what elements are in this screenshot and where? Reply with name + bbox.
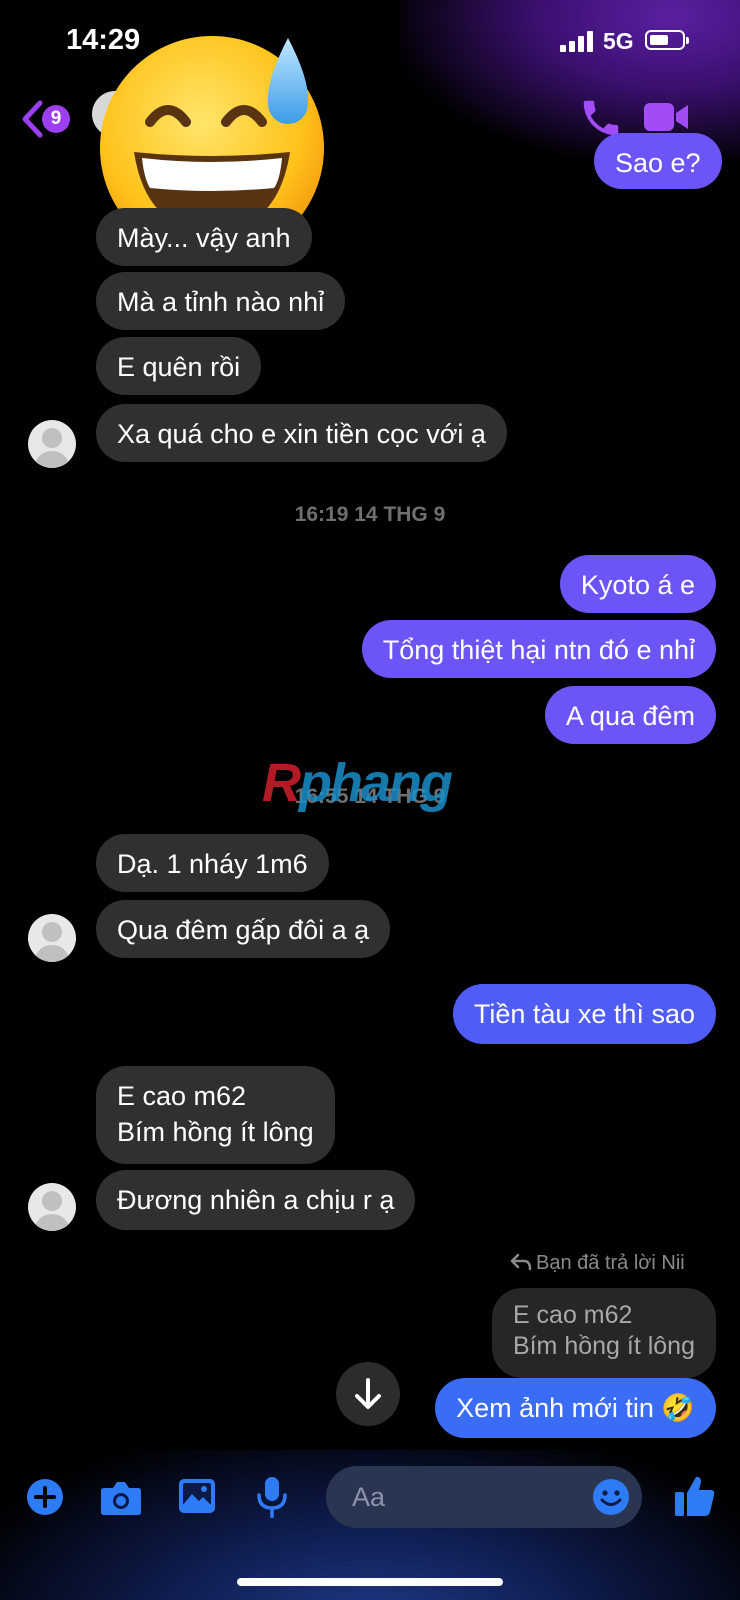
message-bubble-incoming[interactable]: Mà a tỉnh nào nhỉ (96, 272, 346, 330)
message-input-placeholder: Aa (352, 1482, 386, 1512)
message-bubble-incoming[interactable]: E quên rồi (96, 337, 262, 395)
plus-icon[interactable] (26, 1478, 64, 1516)
sender-avatar[interactable] (28, 914, 76, 962)
message-bubble-outgoing[interactable]: Sao e? (594, 133, 722, 189)
quoted-message[interactable]: E cao m62 Bím hồng ít lông (491, 1288, 716, 1378)
message-bubble-incoming[interactable]: Đương nhiên a chịu r ạ (96, 1170, 416, 1230)
scroll-to-bottom-button[interactable] (336, 1362, 400, 1426)
thumbs-up-icon[interactable] (674, 1474, 716, 1518)
message-bubble-outgoing[interactable]: Tổng thiệt hại ntn đó e nhỉ (361, 620, 716, 678)
video-camera-icon (644, 103, 688, 131)
message-bubble-incoming[interactable]: Dạ. 1 nháy 1m6 (96, 834, 329, 892)
smiley-icon[interactable] (592, 1478, 630, 1516)
signal-icon (560, 30, 596, 52)
timestamp: 16:19 14 THG 9 (294, 503, 446, 526)
unread-badge: 9 (42, 105, 70, 133)
message-bubble-outgoing[interactable]: Kyoto á e (559, 555, 716, 613)
sender-avatar[interactable] (28, 420, 76, 468)
sender-avatar[interactable] (28, 1183, 76, 1231)
video-call-button[interactable] (642, 97, 690, 137)
home-indicator (237, 1578, 503, 1586)
message-bubble-incoming[interactable]: Xa quá cho e xin tiền cọc với ạ (96, 404, 507, 462)
microphone-icon[interactable] (256, 1476, 288, 1518)
camera-icon[interactable] (100, 1480, 142, 1516)
message-bubble-incoming[interactable]: Mày... vậy anh (96, 208, 312, 266)
message-bubble-outgoing[interactable]: A qua đêm (544, 686, 716, 744)
gallery-icon[interactable] (178, 1478, 216, 1514)
battery-icon (645, 30, 689, 50)
message-bubble-outgoing[interactable]: Xem ảnh mới tin 🤣 (435, 1378, 716, 1438)
back-chevron-icon (22, 100, 43, 138)
watermark-logo: Rphang (262, 753, 453, 813)
message-bubble-outgoing[interactable]: Tiền tàu xe thì sao (452, 984, 716, 1044)
composer-bar: Aa (0, 1450, 740, 1600)
arrow-down-icon (355, 1378, 381, 1409)
network-label: 5G (603, 28, 634, 54)
message-bubble-incoming[interactable]: E cao m62 Bím hồng ít lông (96, 1066, 335, 1164)
back-button[interactable]: 9 (20, 97, 80, 143)
reply-note: Bạn đã trả lời Nii (510, 1252, 685, 1275)
reply-arrow-icon (510, 1253, 532, 1271)
message-bubble-incoming[interactable]: Qua đêm gấp đôi a ạ (96, 900, 391, 958)
message-input[interactable]: Aa (326, 1466, 642, 1528)
